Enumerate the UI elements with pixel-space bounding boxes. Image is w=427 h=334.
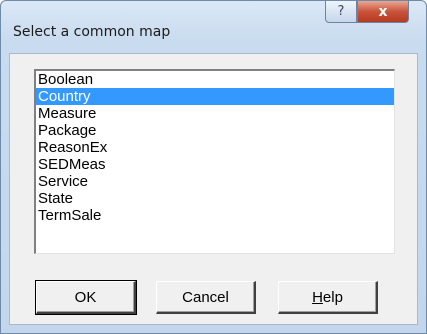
map-listbox[interactable]: Boolean Country Measure Package ReasonEx… bbox=[34, 69, 395, 254]
list-item-service[interactable]: Service bbox=[36, 173, 394, 190]
list-item-reasonex[interactable]: ReasonEx bbox=[36, 139, 394, 156]
question-mark-icon: ? bbox=[337, 4, 345, 19]
list-item-state[interactable]: State bbox=[36, 190, 394, 207]
select-common-map-dialog: Select a common map ? x Boolean Country … bbox=[0, 0, 427, 334]
help-button-label: Help bbox=[312, 289, 343, 306]
list-item-boolean[interactable]: Boolean bbox=[36, 71, 394, 88]
help-button[interactable]: Help bbox=[278, 281, 378, 314]
dialog-client-area: Boolean Country Measure Package ReasonEx… bbox=[9, 53, 418, 325]
list-item-sedmeas[interactable]: SEDMeas bbox=[36, 156, 394, 173]
ok-button[interactable]: OK bbox=[35, 280, 137, 315]
close-button[interactable]: x bbox=[357, 1, 409, 23]
list-item-measure[interactable]: Measure bbox=[36, 105, 394, 122]
help-caption-button[interactable]: ? bbox=[325, 1, 357, 23]
list-item-country[interactable]: Country bbox=[36, 88, 394, 105]
cancel-button-label: Cancel bbox=[182, 288, 229, 306]
help-label-rest: elp bbox=[322, 288, 343, 306]
ok-button-label: OK bbox=[74, 288, 97, 306]
cancel-button[interactable]: Cancel bbox=[156, 281, 256, 314]
title-bar[interactable]: Select a common map ? x bbox=[1, 1, 426, 53]
list-item-termsale[interactable]: TermSale bbox=[36, 207, 394, 224]
close-icon: x bbox=[378, 3, 388, 20]
list-item-package[interactable]: Package bbox=[36, 122, 394, 139]
window-title: Select a common map bbox=[13, 24, 171, 40]
help-mnemonic-letter: H bbox=[312, 288, 323, 306]
